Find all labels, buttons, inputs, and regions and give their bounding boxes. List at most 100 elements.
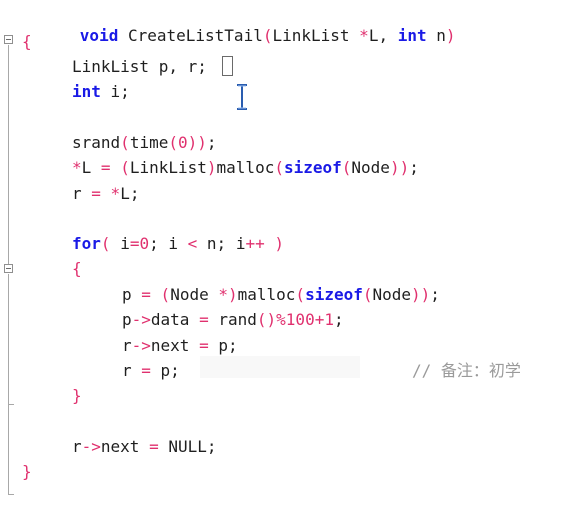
number-token: 0 <box>177 133 188 152</box>
brace-token: { <box>72 259 82 278</box>
op-token: -> <box>81 437 101 456</box>
code-text: data <box>150 310 200 329</box>
code-text: r <box>72 184 92 203</box>
code-text: p <box>122 285 142 304</box>
paren-token: ) <box>445 26 456 45</box>
paren-token: ) <box>274 234 284 253</box>
code-text: n; i <box>197 234 246 253</box>
code-text: ; <box>409 158 419 177</box>
code-text: p; <box>208 336 238 355</box>
paren-token: )) <box>187 133 207 152</box>
code-line-13[interactable]: r = p; <box>122 361 180 381</box>
fold-end-marker <box>8 494 14 495</box>
paren-token: ( <box>120 158 130 177</box>
code-line-7[interactable]: r = *L; <box>72 184 139 204</box>
keyword-token: void <box>79 26 119 45</box>
code-line-8[interactable]: for( i=0; i < n; i++ ) <box>72 234 284 254</box>
paren-token: ( <box>362 285 373 304</box>
number-token: 0 <box>139 234 150 253</box>
code-text: srand <box>72 133 121 152</box>
fold-guide-line <box>8 274 9 404</box>
code-text: malloc <box>237 285 296 304</box>
code-text: Node <box>170 285 219 304</box>
op-token: + <box>314 310 325 329</box>
op-token: ++ <box>245 234 265 253</box>
paren-token: () <box>256 310 277 329</box>
param-token: L, <box>368 26 389 45</box>
op-token: = <box>141 285 151 304</box>
number-token: 100 <box>285 310 315 329</box>
code-editor[interactable]: void CreateListTail(LinkList *L, int n) … <box>0 0 569 513</box>
code-line-16[interactable]: } <box>22 462 32 482</box>
paren-token: ( <box>100 234 111 253</box>
op-token: * <box>359 26 369 45</box>
op-token: -> <box>131 336 151 355</box>
code-text: ; i <box>149 234 188 253</box>
op-token: = <box>91 184 101 203</box>
code-line-10[interactable]: p = (Node *)malloc(sizeof(Node)); <box>122 285 440 305</box>
fold-toggle-function-icon[interactable] <box>4 35 13 44</box>
paren-token: ) <box>206 158 217 177</box>
code-text: NULL; <box>158 437 217 456</box>
code-text: ; <box>333 310 344 329</box>
function-name-token: CreateListTail <box>127 26 263 45</box>
op-token: *) <box>218 285 238 304</box>
code-text: p; <box>150 361 180 380</box>
op-token: * <box>110 184 121 203</box>
code-text: time <box>129 133 169 152</box>
op-token: = <box>141 361 151 380</box>
fold-guide-line <box>8 45 9 265</box>
number-token: 1 <box>324 310 334 329</box>
code-text: i; <box>110 82 130 101</box>
paren-token: ( <box>295 285 306 304</box>
paren-token: )) <box>389 158 410 177</box>
code-line-14[interactable]: } <box>72 386 82 406</box>
paren-token: ( <box>120 133 130 152</box>
code-text: i <box>120 234 130 253</box>
code-line-15[interactable]: r->next = NULL; <box>72 437 217 457</box>
code-text: next <box>150 336 200 355</box>
brace-token: { <box>22 32 32 51</box>
code-text: r <box>122 336 132 355</box>
code-text: LinkList p, r; <box>72 57 207 76</box>
code-line-1[interactable]: void CreateListTail(LinkList *L, int n) <box>22 6 456 45</box>
op-token: = <box>199 336 209 355</box>
type-token: LinkList <box>272 26 350 45</box>
code-text: malloc <box>216 158 275 177</box>
redacted-area <box>200 356 360 378</box>
code-text: Node <box>372 285 412 304</box>
paren-token: ( <box>168 133 178 152</box>
fold-toggle-loop-icon[interactable] <box>4 264 13 273</box>
brace-token: } <box>22 462 32 481</box>
paren-token: )) <box>411 285 431 304</box>
op-token: * <box>72 158 82 177</box>
op-token: -> <box>131 310 151 329</box>
code-text: ; <box>206 133 217 152</box>
code-line-5[interactable]: srand(time(0)); <box>72 133 217 153</box>
code-line-6[interactable]: *L = (LinkList)malloc(sizeof(Node)); <box>72 158 419 178</box>
code-line-3[interactable]: LinkList p, r; <box>72 57 207 77</box>
code-line-11[interactable]: p->data = rand()%100+1; <box>122 310 344 330</box>
op-token: = <box>149 437 159 456</box>
op-token: % <box>276 310 286 329</box>
keyword-token: int <box>397 26 427 45</box>
code-text: rand <box>208 310 257 329</box>
code-text: L <box>81 158 101 177</box>
keyword-token: int <box>72 82 101 101</box>
code-line-9[interactable]: { <box>72 259 82 279</box>
brace-token: } <box>72 386 82 405</box>
code-comment: // 备注：初学 <box>412 361 521 380</box>
code-text: next <box>100 437 150 456</box>
code-text: Node <box>351 158 390 177</box>
code-text: LinkList <box>129 158 207 177</box>
keyword-token: sizeof <box>283 158 342 177</box>
code-line-2[interactable]: { <box>22 32 32 52</box>
keyword-token: for <box>72 234 101 253</box>
code-text: L; <box>120 184 140 203</box>
code-text: p <box>122 310 132 329</box>
ibeam-cursor-icon <box>237 84 247 110</box>
op-token: = <box>100 158 111 177</box>
code-line-12[interactable]: r->next = p; <box>122 336 238 356</box>
paren-token: ( <box>160 285 171 304</box>
code-line-4[interactable]: int i; <box>72 82 130 102</box>
